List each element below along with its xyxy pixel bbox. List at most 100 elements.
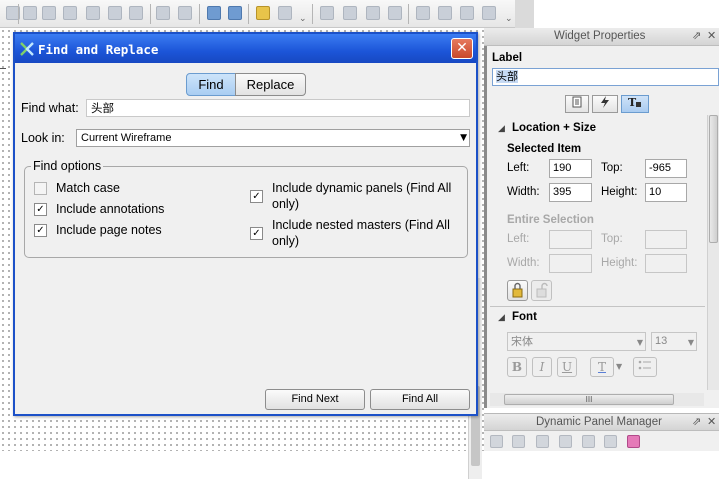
dialog-titlebar[interactable]: Find and Replace ✕ [15,34,476,63]
toolbar-divider [199,4,200,24]
collapse-arrow-icon[interactable]: ◢ [498,313,505,323]
font-color-button[interactable]: T [590,357,614,377]
duplicate-panel-icon[interactable] [512,435,525,448]
table-insert-icon[interactable] [320,6,334,20]
widget-properties-title: Widget Properties [554,30,646,42]
toolbar-overflow-icon[interactable]: ⌄ [505,14,513,24]
height-label: Height: [601,186,638,198]
delete-panel-icon[interactable] [582,435,595,448]
chevron-down-icon[interactable]: ▼ [616,362,622,371]
move-down-icon[interactable] [559,435,572,448]
chevron-down-icon: ▼ [636,338,643,347]
align-right-icon[interactable] [42,6,56,20]
close-icon[interactable]: ✕ [707,29,716,42]
align-middle-icon[interactable] [86,6,100,20]
edit-panel-icon[interactable] [604,435,617,448]
tab-interactions[interactable] [592,95,618,113]
unlock-icon[interactable] [278,6,292,20]
include-nested-masters-label: Include nested masters (Find All only) [272,218,450,248]
entire-width-input [549,254,592,273]
pin-icon[interactable]: ⇗ [692,29,701,42]
look-in-selected-value: Current Wireframe [81,132,172,144]
tab-find[interactable]: Find [186,73,236,96]
merge-cells-icon[interactable] [482,6,496,20]
label-input[interactable]: 头部 [492,68,719,86]
top-input[interactable]: -965 [645,159,687,178]
toolbar-divider [248,4,249,24]
properties-scroll-thumb[interactable] [709,115,718,243]
include-page-notes-checkbox[interactable]: ✓ [34,224,47,237]
panel-state-icon[interactable] [627,435,640,448]
add-panel-icon[interactable] [490,435,503,448]
toolbar-overflow-icon[interactable]: ⌄ [299,14,307,24]
pin-icon[interactable]: ⇗ [692,415,701,428]
bold-button[interactable]: B [507,357,527,377]
italic-button[interactable]: I [532,357,552,377]
tab-replace[interactable]: Replace [235,73,306,96]
dynamic-panel-manager-title: Dynamic Panel Manager [536,416,662,428]
column-width-icon[interactable] [438,6,452,20]
toolbar-divider [18,4,19,24]
font-family-select[interactable]: 宋体 ▼ [507,332,646,351]
find-options-legend: Find options [31,159,104,173]
find-all-button[interactable]: Find All [370,389,470,410]
align-bottom-edge-icon[interactable] [129,6,143,20]
tab-style[interactable]: T [621,95,649,113]
entire-left-input [549,230,592,249]
align-top-icon[interactable] [63,6,77,20]
insert-column-icon[interactable] [388,6,402,20]
left-input[interactable]: 190 [549,159,592,178]
chevron-down-icon: ▼ [687,338,694,347]
ruler-tick [0,68,6,69]
font-size-select[interactable]: 13 ▼ [651,332,697,351]
distribute-horizontal-icon[interactable] [156,6,170,20]
label-input-value: 头部 [496,70,518,83]
underline-button[interactable]: U [557,357,577,377]
axure-logo-icon [20,42,34,56]
include-annotations-checkbox[interactable]: ✓ [34,203,47,216]
lock-position-button[interactable] [507,280,528,301]
insert-row-above-icon[interactable] [343,6,357,20]
properties-vertical-scrollbar[interactable] [707,115,719,390]
include-dynamic-panels-checkbox[interactable]: ✓ [250,190,263,203]
location-size-heading[interactable]: Location + Size [512,122,596,134]
width-input[interactable]: 395 [549,183,592,202]
left-label: Left: [507,162,530,174]
insert-row-below-icon[interactable] [366,6,380,20]
properties-horizontal-scrollbar[interactable]: III [490,393,704,406]
send-backward-icon[interactable] [228,6,242,20]
tab-formatting[interactable] [565,95,589,113]
properties-hscroll-thumb[interactable]: III [504,394,674,405]
bring-forward-icon[interactable] [207,6,221,20]
font-heading[interactable]: Font [512,311,537,323]
unlock-position-button[interactable] [531,280,552,301]
bullet-list-button[interactable] [633,357,657,377]
include-page-notes-label: Include page notes [56,223,162,237]
move-up-icon[interactable] [536,435,549,448]
text-style-icon: T [628,96,641,109]
align-center-icon[interactable] [23,6,37,20]
close-button[interactable]: ✕ [451,38,473,59]
chevron-down-icon: ▼ [460,133,467,143]
table-properties-icon[interactable] [416,6,430,20]
close-icon[interactable]: ✕ [707,415,716,428]
dynamic-panel-toolbar [484,431,719,451]
lock-icon[interactable] [256,6,270,20]
height-input[interactable]: 10 [645,183,687,202]
main-toolbar: ⌄ ⌄ [0,0,515,28]
align-bottom-icon[interactable] [108,6,122,20]
collapse-arrow-icon[interactable]: ◢ [498,124,505,134]
font-family-value: 宋体 [511,335,533,348]
svg-text:T: T [628,96,637,108]
distribute-vertical-icon[interactable] [178,6,192,20]
include-dynamic-panels-label: Include dynamic panels (Find All only) [272,181,452,211]
include-nested-masters-checkbox[interactable]: ✓ [250,227,263,240]
find-next-button[interactable]: Find Next [265,389,365,410]
row-height-icon[interactable] [460,6,474,20]
entire-top-label: Top: [601,233,623,245]
find-what-input[interactable]: 头部 [86,99,470,117]
look-in-select[interactable]: Current Wireframe ▼ [76,129,470,147]
lightning-icon [601,96,609,108]
match-case-checkbox[interactable] [34,182,47,195]
bullet-list-icon [638,360,651,370]
